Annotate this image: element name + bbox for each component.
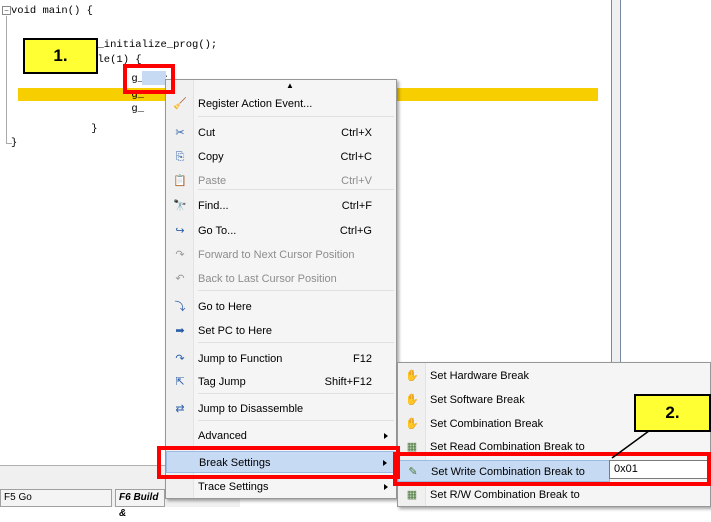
submenu-item-label: Set Hardware Break [430,370,530,382]
menu-item-shortcut: F12 [353,353,372,365]
menu-item-shortcut: Ctrl+X [341,127,372,139]
menu-item-paste[interactable]: 📋 Paste Ctrl+V [166,170,396,192]
forward-icon: ↷ [175,249,185,261]
submenu-item-set-r-w-combination-break-to[interactable]: ▦ Set R/W Combination Break to [398,484,710,506]
menu-item-shortcut: Ctrl+G [339,225,372,237]
menu-item-label: Set PC to Here [198,325,272,337]
menu-item-label: Paste [198,175,227,187]
go-button[interactable]: F5 Go [0,489,112,507]
menu-item-label: Go To... [198,225,237,237]
build-button[interactable]: F6 Build & [115,489,165,519]
menu-item-label: Jump to Disassemble [198,403,304,415]
menu-scroll-up-icon[interactable]: ▲ [286,80,294,92]
menu-item-label: Advanced [198,430,247,442]
menu-item-go-to-here[interactable]: ⤵ Go to Here [166,296,396,318]
annotation-box-break-settings [157,446,400,479]
code-line-9: } [11,137,18,149]
menu-separator [198,116,394,117]
disassemble-icon: ⇄ [175,403,185,415]
menu-item-shortcut: Shift+F12 [324,376,372,388]
menu-item-register-action-event[interactable]: 🧹 Register Action Event... [166,93,396,115]
menu-item-cut[interactable]: ✂ Cut Ctrl+X [166,122,396,144]
go-here-icon: ⤵ [174,301,186,313]
rw-combination-icon: ▦ [406,489,418,501]
menu-item-go-to[interactable]: ↪ Go To... Ctrl+G [166,220,396,242]
step-1-callout: 1. [23,38,98,74]
code-line-7: g_ [81,103,145,115]
menu-item-label: Go to Here [198,301,252,313]
menu-separator [198,290,394,291]
menu-item-label: Trace Settings [198,481,269,493]
menu-item-label: Cut [198,127,216,139]
submenu-item-label: Set Software Break [430,394,525,406]
menu-item-advanced[interactable]: Advanced [166,425,396,447]
menu-item-trace-settings[interactable]: Trace Settings [166,476,396,498]
fold-guide [6,16,7,144]
submenu-item-set-hardware-break[interactable]: ✋ Set Hardware Break [398,365,710,387]
jump-function-icon: ↷ [175,353,185,365]
copy-icon: ⎘ [175,151,185,163]
submenu-arrow-icon [384,484,388,490]
code-line-1: void main() { [11,5,93,17]
menu-separator [198,420,394,421]
menu-separator [198,342,394,343]
submenu-item-label: Set Combination Break [430,418,544,430]
menu-item-set-pc-to-here[interactable]: ➡ Set PC to Here [166,320,396,342]
back-icon: ↶ [175,273,185,285]
menu-item-copy[interactable]: ⎘ Copy Ctrl+C [166,146,396,168]
menu-item-find[interactable]: 🔭 Find... Ctrl+F [166,195,396,217]
menu-item-label: Forward to Next Cursor Position [198,249,355,261]
menu-item-shortcut: Ctrl+F [341,200,372,212]
menu-item-label: Back to Last Cursor Position [198,273,337,285]
combination-break-icon: ✋ [405,418,419,430]
menu-separator [198,393,394,394]
tag-jump-icon: ⇱ [175,376,185,388]
software-break-icon: ✋ [405,394,419,406]
paste-icon: 📋 [173,175,187,187]
submenu-arrow-icon [384,433,388,439]
code-line-8: } [66,123,98,135]
menu-item-tag-jump[interactable]: ⇱ Tag Jump Shift+F12 [166,371,396,393]
menu-item-shortcut: Ctrl+V [341,175,372,187]
menu-item-label: Copy [198,151,224,163]
fold-toggle-icon[interactable]: − [2,6,11,15]
binoculars-icon: 🔭 [173,200,187,212]
step-2-callout: 2. [634,394,711,432]
context-menu: ▲ 🧹 Register Action Event... ✂ Cut Ctrl+X ⎘ Co… [165,79,397,499]
menu-item-back-to-last-cursor-position[interactable]: ↶ Back to Last Cursor Position [166,268,396,290]
menu-item-label: Register Action Event... [198,98,313,110]
menu-item-label: Tag Jump [198,376,246,388]
hardware-break-icon: ✋ [405,370,419,382]
set-pc-icon: ➡ [175,325,185,337]
menu-item-jump-to-function[interactable]: ↷ Jump to Function F12 [166,348,396,370]
menu-item-label: Find... [198,200,229,212]
menu-item-label: Jump to Function [198,353,283,365]
goto-icon: ↪ [175,225,185,237]
scissors-icon: ✂ [175,127,185,139]
annotation-box-token [123,64,175,94]
menu-item-forward-to-next-cursor-position[interactable]: ↷ Forward to Next Cursor Position [166,244,396,266]
submenu-item-label: Set R/W Combination Break to [430,489,580,501]
menu-item-jump-to-disassemble[interactable]: ⇄ Jump to Disassemble [166,398,396,420]
right-pane [622,0,711,360]
menu-item-shortcut: Ctrl+C [340,151,372,163]
broom-icon: 🧹 [173,98,187,110]
